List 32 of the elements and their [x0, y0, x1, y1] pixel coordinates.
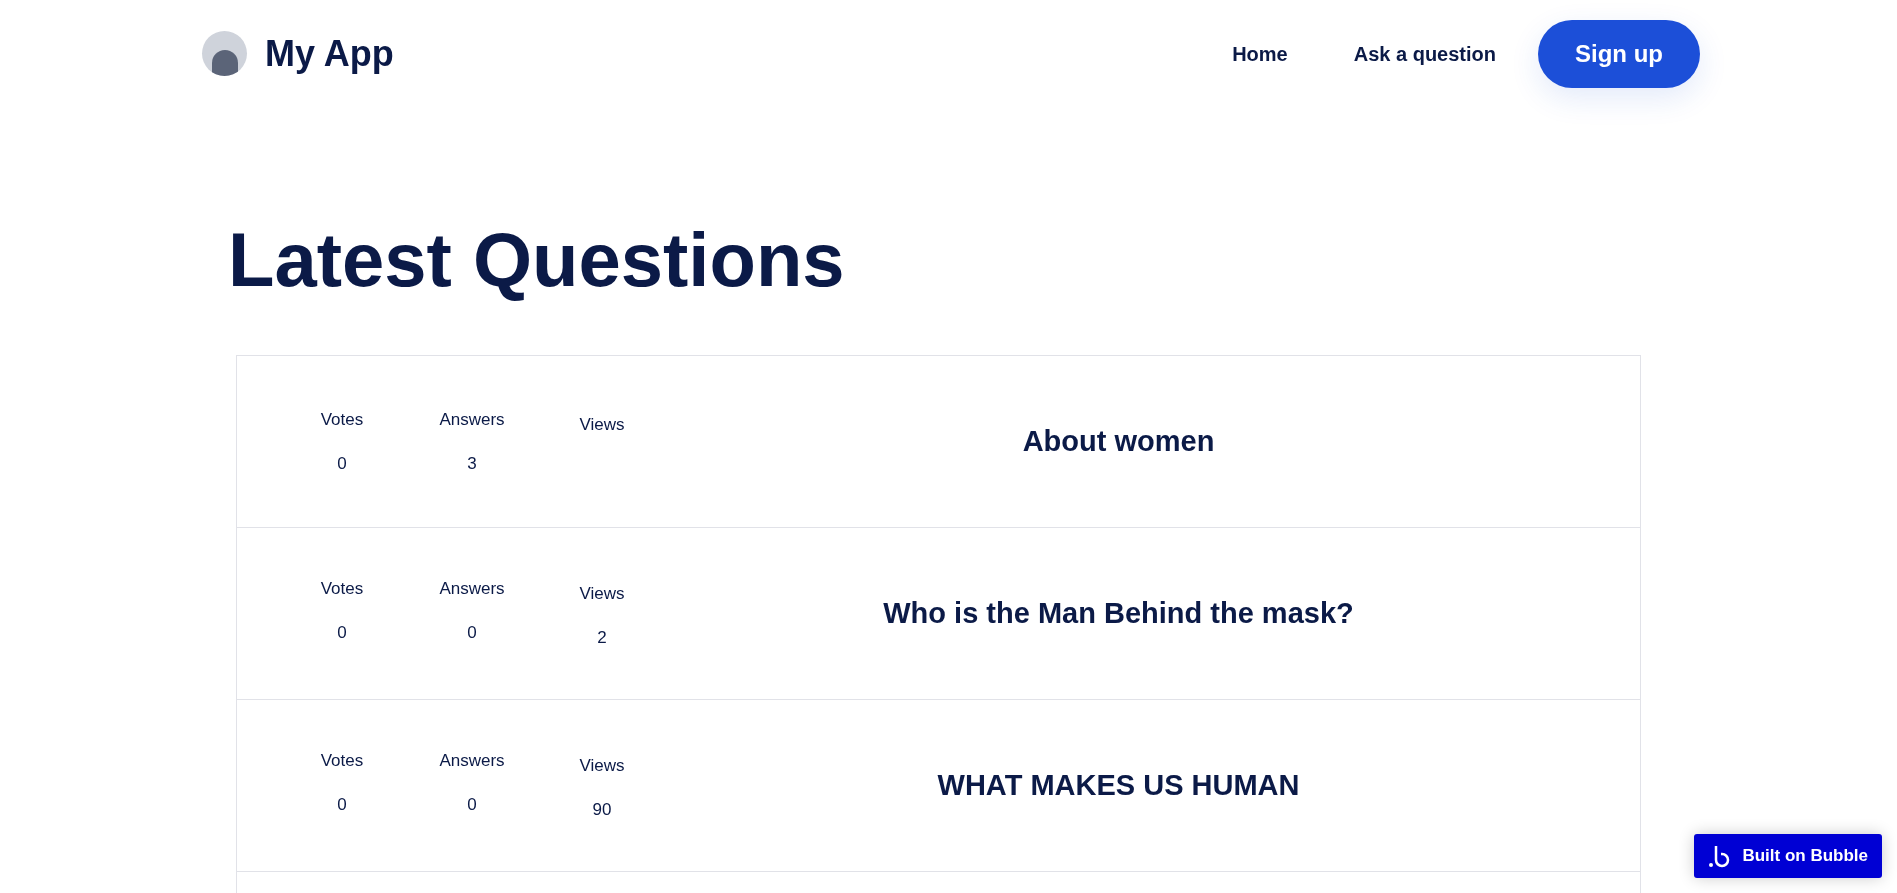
- stat-label: Views: [579, 755, 625, 777]
- signup-button[interactable]: Sign up: [1538, 19, 1700, 88]
- question-row[interactable]: Votes 0 Answers 0 Views 90 WHAT MAKES US HUMAN: [237, 700, 1640, 872]
- nav-link[interactable]: Ask a question: [1353, 38, 1496, 69]
- question-row[interactable]: Votes 0 Answers 0 Views 2 Who is the Man Behind the mask?: [237, 528, 1640, 700]
- app-name: My App: [265, 31, 394, 76]
- stat-value: 90: [592, 799, 612, 821]
- stat-value: 0: [337, 452, 347, 475]
- question-title[interactable]: WHAT MAKES US HUMAN: [937, 763, 1300, 808]
- stat-value: 3: [467, 452, 477, 475]
- nav-link[interactable]: Home: [1232, 38, 1288, 69]
- question-title[interactable]: About women: [1022, 419, 1215, 464]
- stat-value: 2: [597, 627, 607, 649]
- stat-value: 0: [337, 622, 347, 644]
- page-heading: Latest Questions: [228, 216, 846, 304]
- question-title[interactable]: Who is the Man Behind the mask?: [883, 591, 1354, 636]
- stat-label: Votes: [320, 578, 364, 600]
- stat-value: 0: [467, 794, 477, 816]
- badge-label: Built on Bubble: [1742, 845, 1868, 868]
- built-on-bubble-badge[interactable]: Built on Bubble: [1694, 834, 1882, 878]
- stat-value: 0: [337, 794, 347, 816]
- stat-label: Answers: [439, 750, 505, 772]
- stat-label: Answers: [439, 408, 505, 431]
- stat-label: Votes: [320, 408, 364, 431]
- avatar: [202, 31, 247, 76]
- stat-label: Answers: [439, 578, 505, 600]
- stat-label: Votes: [320, 750, 364, 772]
- bubble-logo-icon: [1708, 844, 1731, 868]
- stat-label: Views: [579, 583, 625, 605]
- stat-value: 0: [467, 622, 477, 644]
- stat-label: Views: [579, 413, 625, 436]
- question-row[interactable]: Votes 0 Answers 3 Views About women: [237, 356, 1640, 528]
